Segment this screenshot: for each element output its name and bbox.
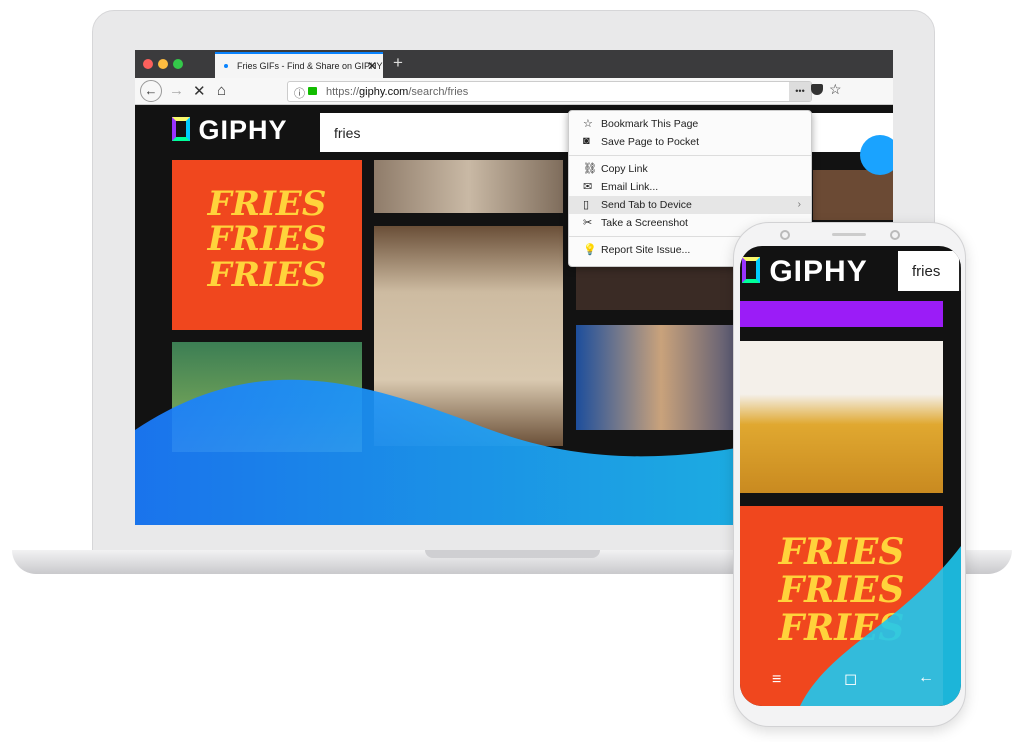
menu-item-label: Report Site Issue... [601, 244, 691, 256]
menu-item-label: Bookmark This Page [601, 118, 699, 130]
menu-item-send-tab[interactable]: ▯ Send Tab to Device › [569, 196, 811, 214]
phone-decorative-wave [800, 546, 961, 706]
menu-item-label: Send Tab to Device [601, 199, 692, 211]
phone-camera [780, 230, 790, 240]
phone-device: GIPHY fries FRIES FRIES FRIES ≡ ◻ ← [733, 222, 966, 727]
menu-item-email-link[interactable]: ✉ Email Link... [569, 178, 811, 196]
pocket-icon: ◙ [583, 135, 590, 147]
bulb-icon: 💡 [583, 244, 597, 256]
link-icon: ⛓ [583, 163, 597, 175]
menu-item-bookmark[interactable]: ☆ Bookmark This Page [569, 115, 811, 133]
chevron-right-icon: › [797, 198, 802, 210]
device-icon: ▯ [583, 199, 590, 211]
menu-item-copy-link[interactable]: ⛓ Copy Link [569, 160, 811, 178]
screenshot-icon: ✂ [583, 217, 593, 229]
menu-item-pocket[interactable]: ◙ Save Page to Pocket [569, 133, 811, 151]
phone-screen: GIPHY fries FRIES FRIES FRIES ≡ ◻ ← [740, 246, 961, 706]
laptop-notch [425, 550, 600, 558]
star-icon: ☆ [583, 118, 593, 130]
email-icon: ✉ [583, 181, 593, 193]
phone-sensor [890, 230, 900, 240]
menu-icon[interactable]: ≡ [772, 671, 781, 689]
menu-item-label: Take a Screenshot [601, 217, 688, 229]
back-arrow-icon[interactable]: ← [918, 669, 934, 687]
menu-item-label: Copy Link [601, 163, 648, 175]
phone-speaker [832, 233, 866, 236]
menu-item-label: Save Page to Pocket [601, 136, 700, 148]
recent-apps-icon[interactable]: ◻ [844, 669, 857, 689]
menu-separator [569, 155, 811, 156]
menu-item-label: Email Link... [601, 181, 659, 193]
